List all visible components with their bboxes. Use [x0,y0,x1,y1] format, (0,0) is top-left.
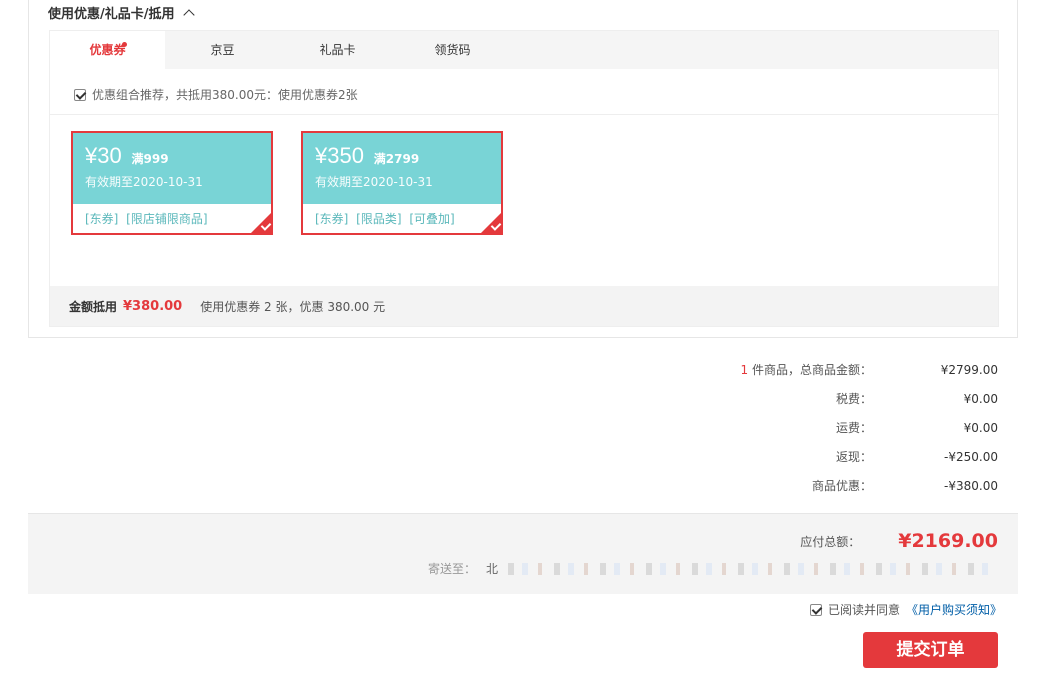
deduction-value: ¥380.00 [123,298,183,314]
summary-row-tax: 税费： ¥0.00 [600,389,998,418]
coupon-header: ¥30 满999 有效期至2020-10-31 [73,133,271,204]
coupon-tags: [东券] [限品类] [可叠加] [315,212,455,226]
payable-total: ¥2169.00 [898,530,998,552]
ship-to-row: 寄送至： 北 [428,560,998,577]
payable-label: 应付总额： [800,534,861,549]
coupon-amount: ¥350 [315,143,364,168]
tab-label: 领货码 [434,43,471,57]
coupon-condition: 满999 [131,152,169,166]
agreement-row: 已阅读并同意 《用户购买须知》 [809,601,1002,618]
items-count: 1 [740,363,749,377]
discount-label: 商品优惠： [811,479,872,493]
discount-value: -¥380.00 [944,479,998,493]
notification-dot-icon [122,42,127,47]
combo-recommend: 优惠组合推荐，共抵用380.00元：使用优惠券2张 [74,86,358,103]
section-title: 使用优惠/礼品卡/抵用 [48,7,175,22]
summary-row-discount: 商品优惠： -¥380.00 [600,476,998,505]
items-total: ¥2799.00 [940,363,998,377]
coupon-panel: 优惠券 京豆 礼品卡 领货码 优惠组合推荐，共抵用380.00元：使用优惠券2张… [49,30,999,327]
ship-to-label: 寄送至： [427,562,476,576]
tax-label: 税费： [835,392,872,406]
submit-order-button[interactable]: 提交订单 [863,632,998,668]
coupon-condition: 满2799 [373,152,420,166]
summary-row-shipping: 运费： ¥0.00 [600,418,998,447]
coupon-card[interactable]: ¥350 满2799 有效期至2020-10-31 [东券] [限品类] [可叠… [301,131,503,235]
deduction-note: 使用优惠券 2 张，优惠 380.00 元 [200,299,386,314]
agreement-link[interactable]: 《用户购买须知》 [906,601,1002,618]
shipping-value: ¥0.00 [963,421,998,435]
agreement-checkbox[interactable] [809,603,822,616]
summary-row-items: 1 件商品，总商品金额： ¥2799.00 [600,360,998,389]
items-label: 件商品，总商品金额： [751,363,872,377]
coupon-header: ¥350 满2799 有效期至2020-10-31 [303,133,501,204]
tab-redeem-code[interactable]: 领货码 [395,31,510,69]
deduction-label: 金额抵用 [69,299,118,314]
agreement-text: 已阅读并同意 [827,603,900,617]
tab-coupons[interactable]: 优惠券 [50,31,165,69]
tab-label: 礼品卡 [319,43,356,57]
cashback-label: 返现： [835,450,872,464]
summary-row-cashback: 返现： -¥250.00 [600,447,998,476]
combo-label: 优惠组合推荐，共抵用380.00元：使用优惠券2张 [92,88,358,102]
tab-label: 优惠券 [89,43,126,57]
coupon-summary-bar: 金额抵用 ¥380.00 使用优惠券 2 张，优惠 380.00 元 [50,286,998,326]
order-summary: 1 件商品，总商品金额： ¥2799.00 税费： ¥0.00 运费： ¥0.0… [600,360,998,505]
tax-value: ¥0.00 [963,392,998,406]
coupon-amount: ¥30 [85,143,122,168]
tab-bar: 优惠券 京豆 礼品卡 领货码 [50,31,998,69]
ship-to-address: 北 [485,562,498,576]
tab-jingdou[interactable]: 京豆 [165,31,280,69]
payable-row: 应付总额： ¥2169.00 [800,530,998,552]
coupon-validity: 有效期至2020-10-31 [85,175,203,189]
coupon-card[interactable]: ¥30 满999 有效期至2020-10-31 [东券] [限店铺限商品] [71,131,273,235]
redacted-address [508,562,998,575]
divider [50,114,998,115]
discount-section-header[interactable]: 使用优惠/礼品卡/抵用 [48,3,195,22]
chevron-up-icon[interactable] [182,9,195,21]
tab-label: 京豆 [210,43,235,57]
combo-checkbox[interactable] [74,88,86,101]
coupon-validity: 有效期至2020-10-31 [315,175,433,189]
cashback-value: -¥250.00 [944,450,998,464]
coupon-tags: [东券] [限店铺限商品] [85,212,208,226]
tab-gift-card[interactable]: 礼品卡 [280,31,395,69]
shipping-label: 运费： [835,421,872,435]
payment-bar: 应付总额： ¥2169.00 寄送至： 北 [28,513,1018,594]
